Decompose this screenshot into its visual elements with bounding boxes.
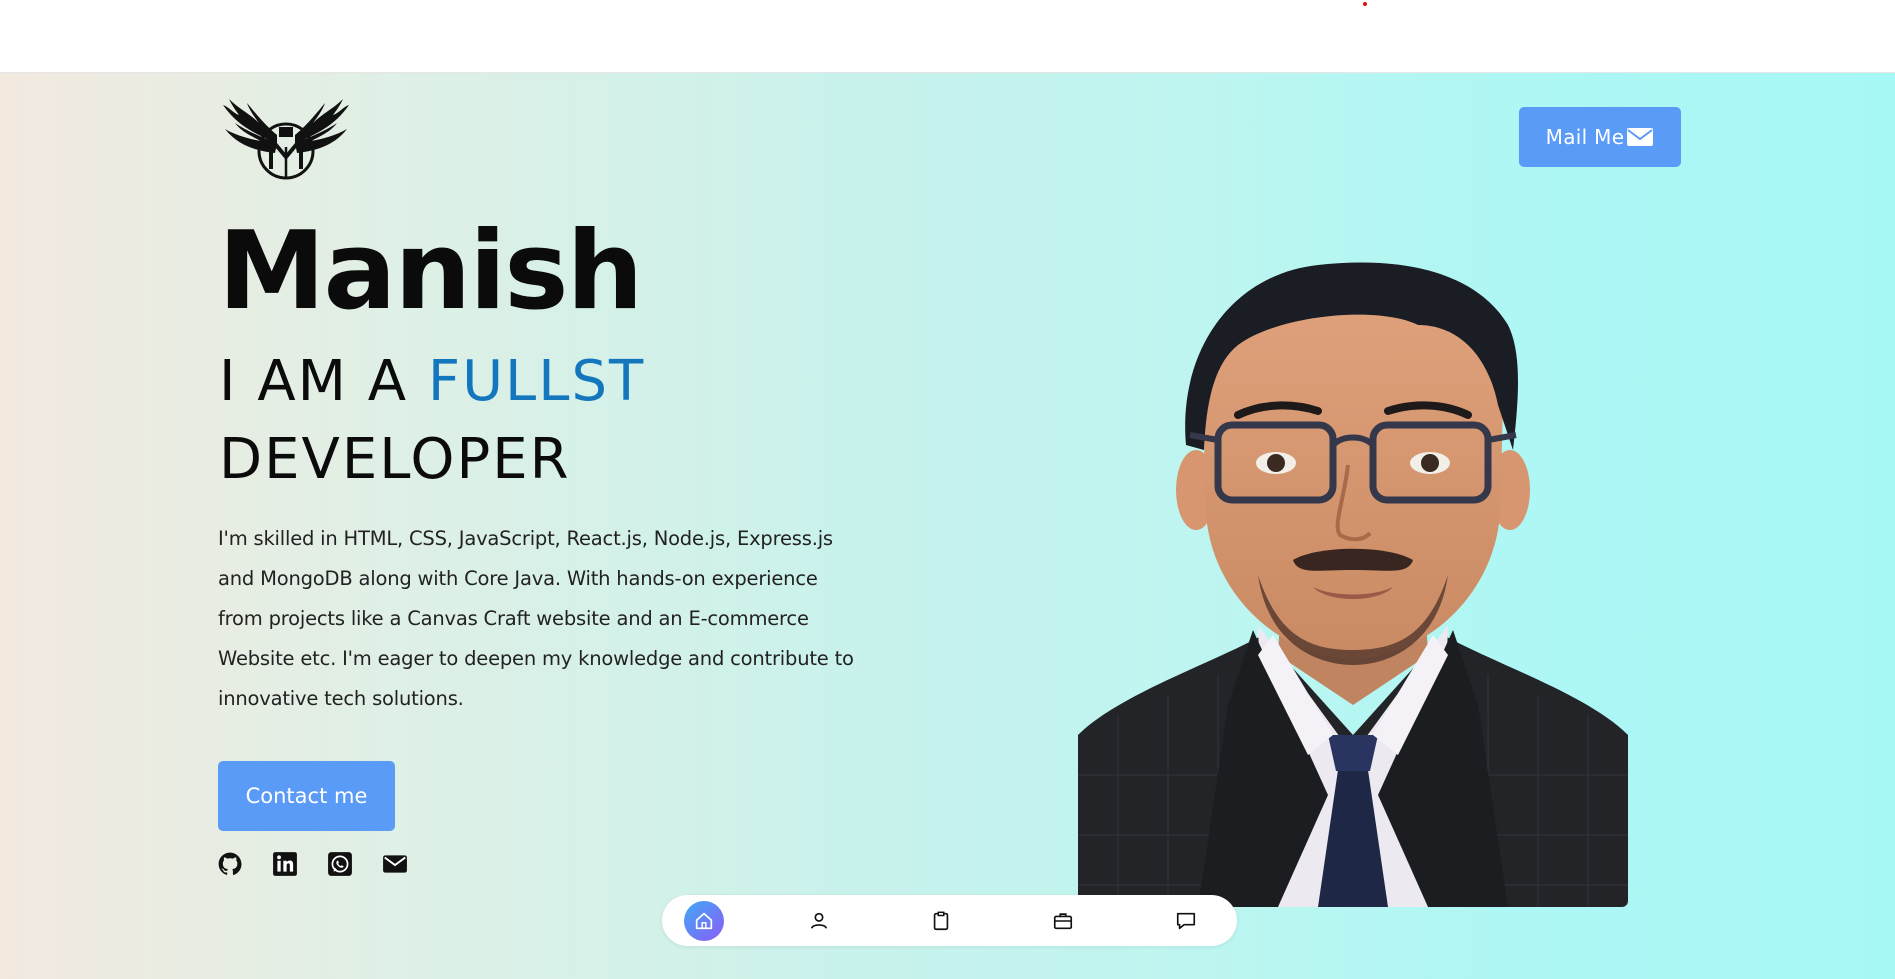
github-icon[interactable]: [217, 851, 243, 877]
role-suffix: DEVELOPER: [219, 427, 571, 492]
red-dot-marker: [1363, 2, 1367, 6]
role-prefix: I AM A: [219, 349, 428, 414]
contact-me-button[interactable]: Contact me: [218, 761, 395, 831]
profile-photo: [1078, 262, 1628, 907]
logo-icon[interactable]: [219, 95, 353, 181]
hero-section: Mail Me Manish I AM A FULLST DEVELOPER I…: [0, 73, 1895, 979]
envelope-icon: [1627, 128, 1654, 146]
linkedin-icon[interactable]: [272, 851, 298, 877]
dock-briefcase-icon[interactable]: [1043, 901, 1083, 941]
hero-name: Manish: [218, 209, 643, 334]
mail-me-button[interactable]: Mail Me: [1519, 107, 1681, 167]
dock-clipboard-icon[interactable]: [921, 901, 961, 941]
whatsapp-icon[interactable]: [327, 851, 353, 877]
social-links: [217, 851, 408, 877]
dock-message-icon[interactable]: [1166, 901, 1206, 941]
browser-top-strip: [0, 0, 1895, 73]
bottom-dock-nav: [662, 895, 1237, 946]
dock-home-icon[interactable]: [684, 901, 724, 941]
dock-user-icon[interactable]: [799, 901, 839, 941]
hero-bio: I'm skilled in HTML, CSS, JavaScript, Re…: [218, 527, 854, 710]
hero-role: I AM A FULLST DEVELOPER: [219, 343, 899, 499]
email-icon[interactable]: [382, 851, 408, 877]
role-typed-text: FULLST: [427, 349, 646, 414]
mail-me-label: Mail Me: [1545, 125, 1625, 149]
